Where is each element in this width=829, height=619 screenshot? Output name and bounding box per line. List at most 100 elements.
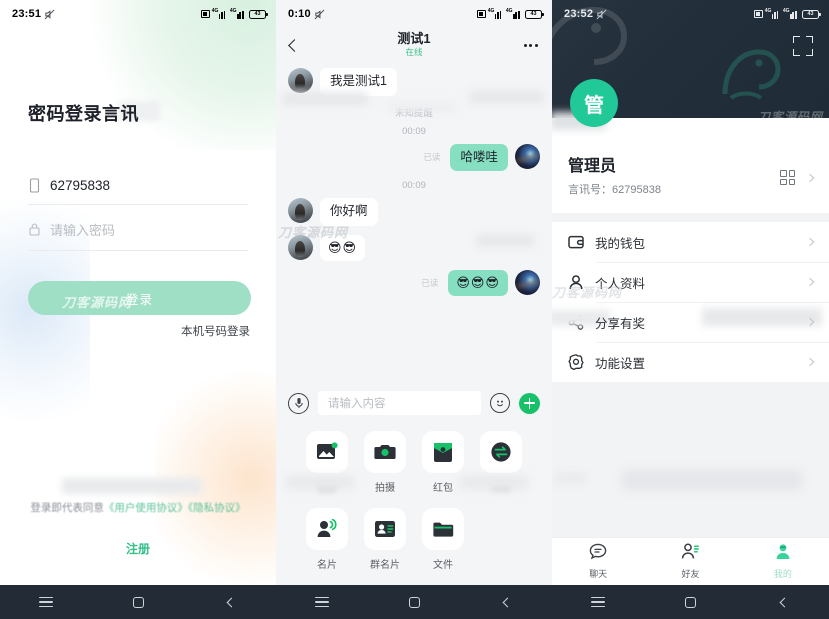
profile-id-label: 言讯号： (568, 184, 612, 196)
tab-friends[interactable]: 好友 (644, 538, 736, 585)
panel-item-groupcard[interactable]: 群名片 (356, 508, 414, 571)
page-title: 密码登录言讯 (28, 104, 139, 124)
status-bar: 23:52 4G 4G 43 (552, 0, 829, 28)
menu-item-share-reward[interactable]: 分享有奖 (552, 302, 829, 342)
menu-item-label: 我的钱包 (595, 236, 646, 251)
phone-number-login-link[interactable]: 本机号码登录 (181, 323, 250, 339)
avatar[interactable] (288, 198, 313, 224)
menu-icon (39, 597, 53, 607)
sim-card-icon (476, 10, 486, 18)
folder-icon (422, 508, 464, 550)
emoji-icon[interactable] (490, 393, 510, 413)
menu-icon (315, 597, 329, 607)
panel-item-file[interactable]: 文件 (414, 508, 472, 571)
menu-item-personal-info[interactable]: 个人资料 (552, 262, 829, 302)
back-icon[interactable] (288, 38, 301, 52)
avatar[interactable] (515, 270, 540, 296)
message-bubble[interactable]: 你好啊 (320, 198, 378, 226)
blur-overlay (554, 472, 586, 484)
back-icon (502, 597, 513, 607)
back-icon (779, 597, 790, 607)
nav-menu-button[interactable] (299, 585, 345, 619)
blur-overlay (62, 478, 202, 494)
tab-label: 我的 (773, 569, 792, 579)
password-field[interactable]: 请输入密码 (28, 220, 248, 251)
avatar[interactable]: 管 (570, 79, 618, 127)
panel-item-contact[interactable]: 名片 (298, 508, 356, 571)
signal-icon-1: 4G (765, 8, 781, 19)
profile-id: 言讯号：62795838 (568, 181, 813, 197)
panel-item-label: 相册 (317, 483, 337, 494)
blur-overlay (702, 308, 822, 326)
panel-item-album[interactable]: 相册 (298, 431, 356, 494)
nav-home-button[interactable] (391, 585, 437, 619)
avatar[interactable] (288, 234, 313, 260)
menu-item-wallet[interactable]: 我的钱包 (552, 222, 829, 262)
scan-icon[interactable] (793, 36, 813, 56)
read-receipt: 已读 (421, 278, 439, 289)
tab-chat[interactable]: 聊天 (552, 538, 644, 585)
chat-header: 测试1 在线 (276, 28, 552, 62)
phone-icon (28, 178, 41, 193)
register-link[interactable]: 注册 (0, 540, 276, 557)
message-bubble[interactable]: 😎😎 (320, 234, 366, 262)
nav-home-button[interactable] (115, 585, 161, 619)
message-timestamp: 00:09 (402, 125, 426, 137)
signal-icon-1: 4G (212, 8, 228, 19)
message-input[interactable]: 请输入内容 (318, 391, 481, 415)
blur-overlay (476, 234, 534, 247)
nav-menu-button[interactable] (575, 585, 621, 619)
account-field[interactable]: 62795838 (28, 178, 248, 205)
tab-label: 聊天 (589, 569, 608, 579)
menu-item-label: 分享有奖 (595, 316, 646, 331)
chat-screen: 0:10 4G 4G 43 测试1 在线 我是测试1 未知提醒 00:09 已读… (276, 0, 552, 619)
qrcode-icon[interactable] (780, 170, 795, 185)
status-bar-time: 0:10 (288, 8, 311, 20)
profile-id-value: 62795838 (612, 184, 661, 196)
more-icon[interactable] (523, 43, 538, 47)
signal-icon-2: 4G (230, 8, 246, 19)
account-value: 62795838 (50, 178, 111, 193)
nav-back-button[interactable] (760, 585, 806, 619)
panel-item-transfer[interactable]: 转账 (472, 431, 530, 494)
attachment-panel: 相册 拍摄 红包 转账 名片 群名片 文件 (288, 415, 540, 585)
status-bar-time: 23:52 (564, 8, 594, 20)
battery-icon: 43 (525, 9, 544, 19)
chevron-right-icon (805, 277, 815, 287)
status-bar: 0:10 4G 4G 43 (276, 0, 552, 28)
read-receipt: 已读 (423, 152, 441, 163)
login-button[interactable]: 登录 (28, 281, 251, 315)
mute-icon (314, 9, 325, 20)
user-agreement-link[interactable]: 《用户使用协议》 (104, 502, 188, 514)
mic-icon[interactable] (288, 392, 309, 414)
home-icon (132, 596, 144, 608)
home-icon (408, 596, 420, 608)
message-row: 已读 哈喽哇 (288, 143, 540, 172)
bottom-tab-bar: 聊天 好友 我的 (552, 537, 829, 585)
privacy-agreement-link[interactable]: 《隐私协议》 (188, 502, 246, 514)
status-bar-indicators: 4G 4G 43 (476, 8, 544, 19)
android-nav-bar (552, 585, 829, 619)
avatar[interactable] (515, 143, 540, 169)
message-bubble[interactable]: 哈喽哇 (450, 143, 508, 172)
chat-status: 在线 (405, 46, 423, 57)
profile-card[interactable]: 管理员 言讯号：62795838 (552, 118, 829, 213)
chat-title: 测试1 (397, 31, 431, 46)
wallet-icon (568, 235, 584, 249)
panel-item-camera[interactable]: 拍摄 (356, 431, 414, 494)
avatar[interactable] (288, 68, 313, 93)
menu-item-settings[interactable]: 功能设置 (552, 342, 829, 382)
panel-item-label: 名片 (317, 560, 337, 571)
nav-back-button[interactable] (483, 585, 529, 619)
tab-profile[interactable]: 我的 (737, 538, 829, 585)
nav-menu-button[interactable] (23, 585, 69, 619)
status-bar-time-wrap: 23:52 (564, 8, 607, 20)
message-bubble[interactable]: 😎😎😎 (448, 270, 508, 297)
status-bar-indicators: 4G 4G 43 (753, 8, 821, 19)
android-nav-bar (276, 585, 552, 619)
plus-icon[interactable] (519, 392, 540, 414)
nav-home-button[interactable] (667, 585, 713, 619)
camera-icon (364, 431, 406, 473)
redpacket-icon (422, 431, 464, 473)
nav-back-button[interactable] (207, 585, 253, 619)
